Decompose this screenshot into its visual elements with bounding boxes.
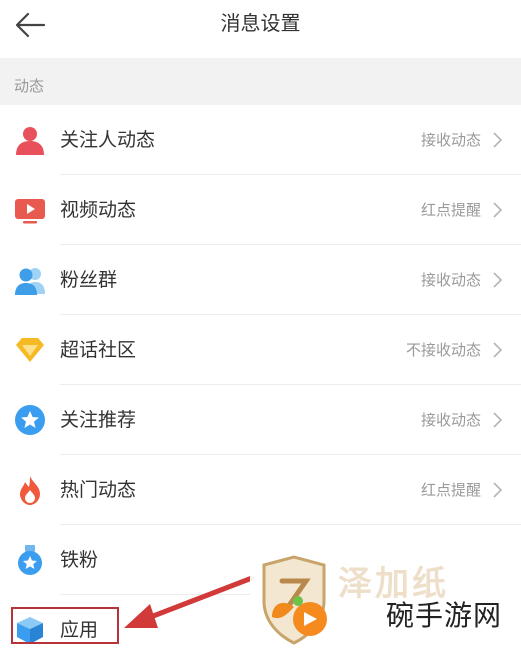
chevron-right-icon — [493, 202, 503, 218]
diamond-icon — [16, 338, 44, 362]
annotation-highlight-box — [11, 607, 119, 644]
settings-row-following-updates[interactable]: 关注人动态 接收动态 — [0, 105, 521, 175]
fans-group-icon — [15, 268, 45, 295]
flame-icon — [20, 476, 40, 505]
watermark-text: 碗手游网 — [386, 599, 503, 632]
settings-row-video-updates[interactable]: 视频动态 红点提醒 — [0, 175, 521, 245]
row-value: 接收动态 — [420, 271, 481, 289]
page-title: 消息设置 — [220, 11, 301, 35]
settings-row-fan-group[interactable]: 粉丝群 接收动态 — [0, 245, 521, 315]
chevron-right-icon — [493, 412, 503, 428]
settings-row-follow-recommendations[interactable]: 关注推荐 接收动态 — [0, 385, 521, 455]
medal-icon — [18, 545, 42, 575]
top-bar: 消息设置 — [0, 0, 521, 59]
section-header: 动态 — [0, 58, 521, 105]
row-label: 关注推荐 — [60, 409, 137, 431]
row-label: 关注人动态 — [60, 129, 156, 151]
chevron-right-icon — [493, 272, 503, 288]
row-value: 红点提醒 — [420, 201, 481, 219]
row-value: 红点提醒 — [420, 481, 481, 499]
row-label: 铁粉 — [60, 549, 99, 571]
row-label: 热门动态 — [60, 479, 137, 501]
row-label: 超话社区 — [60, 339, 137, 361]
section-label: 动态 — [14, 77, 45, 95]
chevron-right-icon — [493, 132, 503, 148]
chevron-right-icon — [493, 342, 503, 358]
video-icon — [15, 199, 45, 224]
row-value: 接收动态 — [420, 411, 481, 429]
row-label: 粉丝群 — [60, 269, 118, 291]
settings-row-super-topic[interactable]: 超话社区 不接收动态 — [0, 315, 521, 385]
row-value: 接收动态 — [420, 131, 481, 149]
row-label: 视频动态 — [60, 199, 137, 221]
person-icon — [16, 127, 44, 155]
chevron-right-icon — [493, 482, 503, 498]
settings-row-trending-updates[interactable]: 热门动态 红点提醒 — [0, 455, 521, 525]
row-value: 不接收动态 — [405, 341, 481, 359]
star-badge-icon — [15, 405, 45, 435]
watermark-logo-icon — [262, 555, 327, 645]
